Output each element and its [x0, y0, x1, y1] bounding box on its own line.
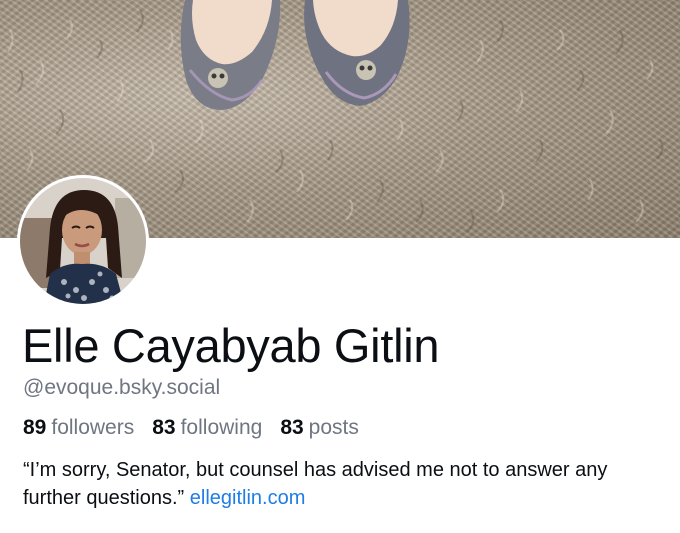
left-shoe: [180, 0, 281, 110]
profile-bio: “I’m sorry, Senator, but counsel has adv…: [23, 456, 663, 512]
followers-label: followers: [51, 416, 135, 439]
followers-stat[interactable]: 89 followers: [23, 416, 134, 440]
posts-stat: 83 posts: [280, 416, 359, 440]
profile-stats: 89 followers 83 following 83 posts: [23, 416, 359, 440]
following-label: following: [180, 416, 263, 439]
right-shoe: [304, 0, 410, 106]
bio-website-link[interactable]: ellegitlin.com: [190, 487, 306, 509]
following-stat[interactable]: 83 following: [152, 416, 262, 440]
following-count: 83: [152, 416, 176, 439]
posts-label: posts: [308, 416, 359, 439]
followers-count: 89: [23, 416, 47, 439]
display-name: Elle Cayabyab Gitlin: [22, 319, 440, 372]
avatar-image: [20, 178, 146, 304]
bio-text: “I’m sorry, Senator, but counsel has adv…: [23, 459, 608, 509]
avatar[interactable]: [17, 175, 149, 307]
profile-handle: @evoque.bsky.social: [23, 376, 221, 399]
posts-count: 83: [280, 416, 304, 439]
